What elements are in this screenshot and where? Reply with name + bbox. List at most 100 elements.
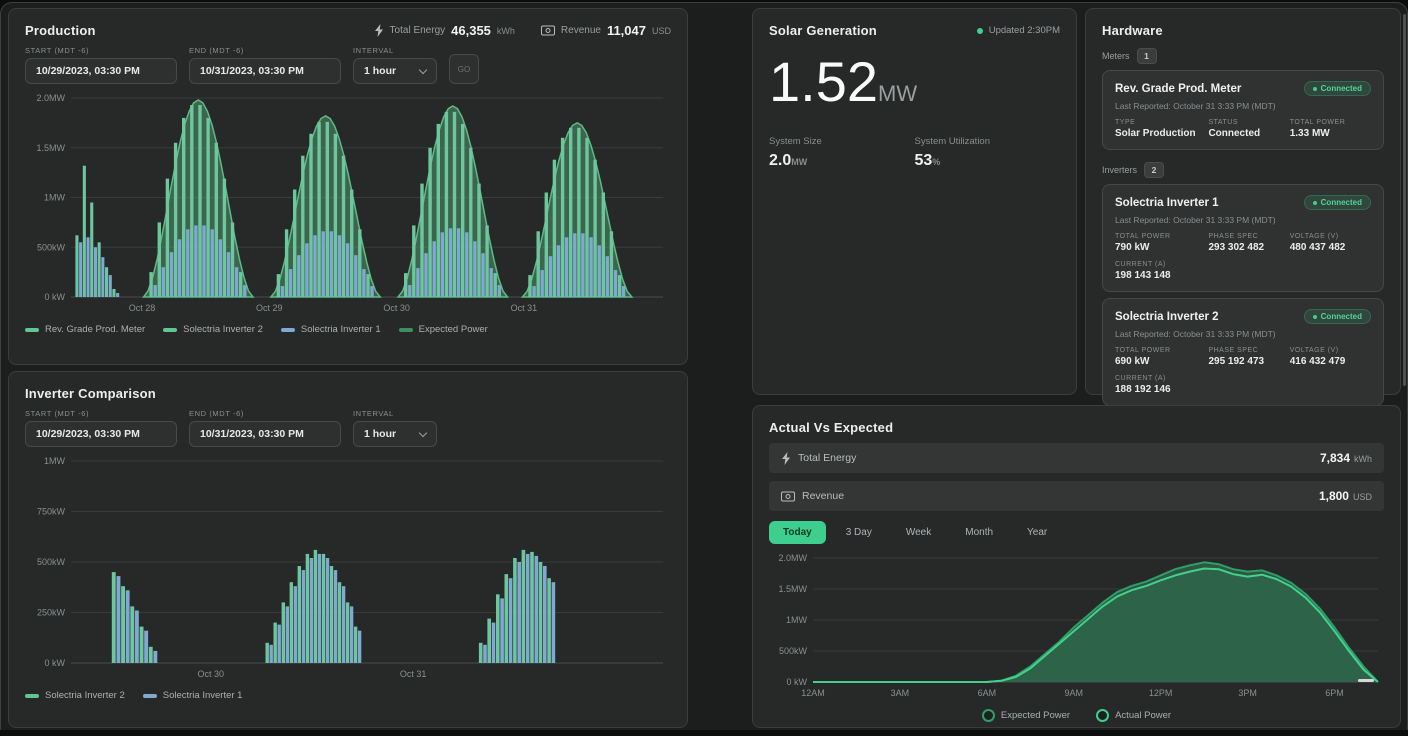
actual-vs-expected-chart-svg: 2.0MW1.5MW1MW500kW0 kW12AM3AM6AM9AM12PM3… <box>769 550 1386 700</box>
field-value: 293 302 482 <box>1208 242 1289 253</box>
start-date-input[interactable]: 10/29/2023, 03:30 PM <box>25 58 177 84</box>
scrollbar[interactable] <box>1403 14 1406 386</box>
svg-text:Oct 28: Oct 28 <box>129 303 156 313</box>
solar-dashboard: Production Total Energy 46,355 kWh Reven… <box>0 0 1408 736</box>
start-label: START (MDT -6) <box>25 409 177 418</box>
end-date-input[interactable]: 10/31/2023, 03:30 PM <box>189 421 341 447</box>
inverter-card[interactable]: Solectria Inverter 2ConnectedLast Report… <box>1102 298 1384 406</box>
legend-item-solectria-inverter-2[interactable]: Solectria Inverter 2 <box>163 324 263 335</box>
meter-card[interactable]: Rev. Grade Prod. MeterConnectedLast Repo… <box>1102 70 1384 150</box>
device-field-total-power: TOTAL POWER 790 kW <box>1115 233 1208 253</box>
field-value: 690 kW <box>1115 356 1208 367</box>
solar-generation-header: Solar Generation Updated 2:30PM <box>769 23 1060 38</box>
svg-text:500kW: 500kW <box>37 242 66 252</box>
svg-text:2.0MW: 2.0MW <box>36 93 65 103</box>
tab-3-day[interactable]: 3 Day <box>832 521 886 544</box>
actual-vs-expected-legend: Expected Power Actual Power <box>769 709 1384 722</box>
device-field-voltage-v-: VOLTAGE (V)480 437 482 <box>1290 233 1371 253</box>
svg-text:2.0MW: 2.0MW <box>778 553 807 563</box>
legend-dash-icon <box>281 328 295 332</box>
legend-label: Solectria Inverter 2 <box>183 324 263 335</box>
inverter-card[interactable]: Solectria Inverter 1ConnectedLast Report… <box>1102 184 1384 292</box>
tab-month[interactable]: Month <box>951 521 1007 544</box>
inverter-comparison-chart[interactable]: 1MW750kW500kW250kW0 kWOct 30Oct 31 <box>25 453 671 686</box>
legend-label: Solectria Inverter 1 <box>163 690 243 701</box>
svg-text:1MW: 1MW <box>786 615 808 625</box>
field-label: PHASE SPEC <box>1208 233 1289 240</box>
device-fields: TOTAL POWER690 kWPHASE SPEC295 192 473VO… <box>1115 347 1371 395</box>
interval-select[interactable]: 1 hour <box>353 421 437 447</box>
production-chart-svg: 2.0MW1.5MW1MW500kW0 kWOct 28Oct 29Oct 30… <box>25 90 673 315</box>
legend-item-expected-power[interactable]: Expected Power <box>982 709 1070 722</box>
legend-item-solectria-inverter-1[interactable]: Solectria Inverter 1 <box>281 324 381 335</box>
svg-text:12PM: 12PM <box>1149 688 1173 698</box>
production-controls: START (MDT -6) 10/29/2023, 03:30 PM END … <box>25 46 671 84</box>
field-label: TOTAL POWER <box>1115 233 1208 240</box>
production-title: Production <box>25 23 96 38</box>
generation-number: 1.52 <box>769 50 878 113</box>
production-legend: Rev. Grade Prod. Meter Solectria Inverter… <box>25 324 671 335</box>
device-name: Rev. Grade Prod. Meter <box>1115 83 1241 95</box>
total-energy-unit: kWh <box>497 26 515 36</box>
inverters-label: Inverters <box>1102 165 1137 175</box>
production-panel: Production Total Energy 46,355 kWh Reven… <box>8 8 688 365</box>
total-energy-stat: Total Energy 46,355 kWh <box>374 23 515 38</box>
legend-item-expected-power[interactable]: Expected Power <box>399 324 488 335</box>
legend-dash-icon <box>399 328 413 332</box>
inverter-comparison-controls: START (MDT -6) 10/29/2023, 03:30 PM END … <box>25 409 671 447</box>
production-chart[interactable]: 2.0MW1.5MW1MW500kW0 kWOct 28Oct 29Oct 30… <box>25 90 671 320</box>
legend-dash-icon <box>163 328 177 332</box>
svg-text:Oct 31: Oct 31 <box>400 669 427 679</box>
actual-vs-expected-chart[interactable]: 2.0MW1.5MW1MW500kW0 kW12AM3AM6AM9AM12PM3… <box>769 550 1384 705</box>
end-label: END (MDT -6) <box>189 409 341 418</box>
svg-text:9AM: 9AM <box>1065 688 1084 698</box>
svg-text:250kW: 250kW <box>37 608 66 618</box>
legend-dash-icon <box>25 694 39 698</box>
total-energy-row-label: Total Energy <box>781 452 856 465</box>
tab-year[interactable]: Year <box>1013 521 1061 544</box>
device-fields: TOTAL POWER 790 kWPHASE SPEC 293 302 482VO… <box>1115 233 1371 281</box>
go-button[interactable]: GO <box>449 54 479 84</box>
interval-label: INTERVAL <box>353 409 437 418</box>
start-field: START (MDT -6) 10/29/2023, 03:30 PM <box>25 46 177 84</box>
legend-item-solectria-inverter-2[interactable]: Solectria Inverter 2 <box>25 690 125 701</box>
connected-badge: Connected <box>1304 195 1371 210</box>
production-header-stats: Total Energy 46,355 kWh Revenue 11,047 U… <box>374 23 671 38</box>
hardware-title: Hardware <box>1102 23 1384 38</box>
field-value: 198 143 148 <box>1115 270 1208 281</box>
utilization-number: 53 <box>915 152 933 169</box>
legend-label: Solectria Inverter 2 <box>45 690 125 701</box>
svg-text:Oct 29: Oct 29 <box>256 303 283 313</box>
interval-field: INTERVAL 1 hour <box>353 46 437 84</box>
total-energy-value: 46,355 <box>451 23 491 38</box>
status-dot-icon <box>1313 87 1317 91</box>
energy-icon <box>374 24 384 37</box>
start-date-input[interactable]: 10/29/2023, 03:30 PM <box>25 421 177 447</box>
svg-text:6AM: 6AM <box>978 688 997 698</box>
svg-text:Oct 31: Oct 31 <box>511 303 538 313</box>
revenue-unit: USD <box>652 26 671 36</box>
legend-item-solectria-inverter-1[interactable]: Solectria Inverter 1 <box>143 690 243 701</box>
field-value: Solar Production <box>1115 128 1208 139</box>
legend-label: Solectria Inverter 1 <box>301 324 381 335</box>
device-name: Solectria Inverter 2 <box>1115 311 1219 323</box>
actual-vs-expected-panel: Actual Vs Expected Total Energy 7,834 kW… <box>752 405 1401 728</box>
field-label: PHASE SPEC <box>1208 347 1289 354</box>
end-date-input[interactable]: 10/31/2023, 03:30 PM <box>189 58 341 84</box>
tab-today[interactable]: Today <box>769 521 826 544</box>
total-energy-row-value: 7,834 kWh <box>1320 451 1372 465</box>
legend-item-rev-grade-prod-meter[interactable]: Rev. Grade Prod. Meter <box>25 324 145 335</box>
inverter-comparison-panel: Inverter Comparison START (MDT -6) 10/29… <box>8 371 688 728</box>
field-label: TOTAL POWER <box>1115 347 1208 354</box>
device-field-type: TYPESolar Production <box>1115 119 1208 139</box>
legend-item-actual-power[interactable]: Actual Power <box>1096 709 1171 722</box>
device-name: Solectria Inverter 1 <box>1115 197 1219 209</box>
field-value: 188 192 146 <box>1115 384 1208 395</box>
device-field-current-a-: CURRENT (A)188 192 146 <box>1115 375 1208 395</box>
total-energy-text: Total Energy <box>798 452 856 464</box>
revenue-row-value: 1,800 USD <box>1319 489 1372 503</box>
svg-text:0 kW: 0 kW <box>786 677 807 687</box>
field-value: 790 kW <box>1115 242 1208 253</box>
interval-select[interactable]: 1 hour <box>353 58 437 84</box>
tab-week[interactable]: Week <box>892 521 945 544</box>
